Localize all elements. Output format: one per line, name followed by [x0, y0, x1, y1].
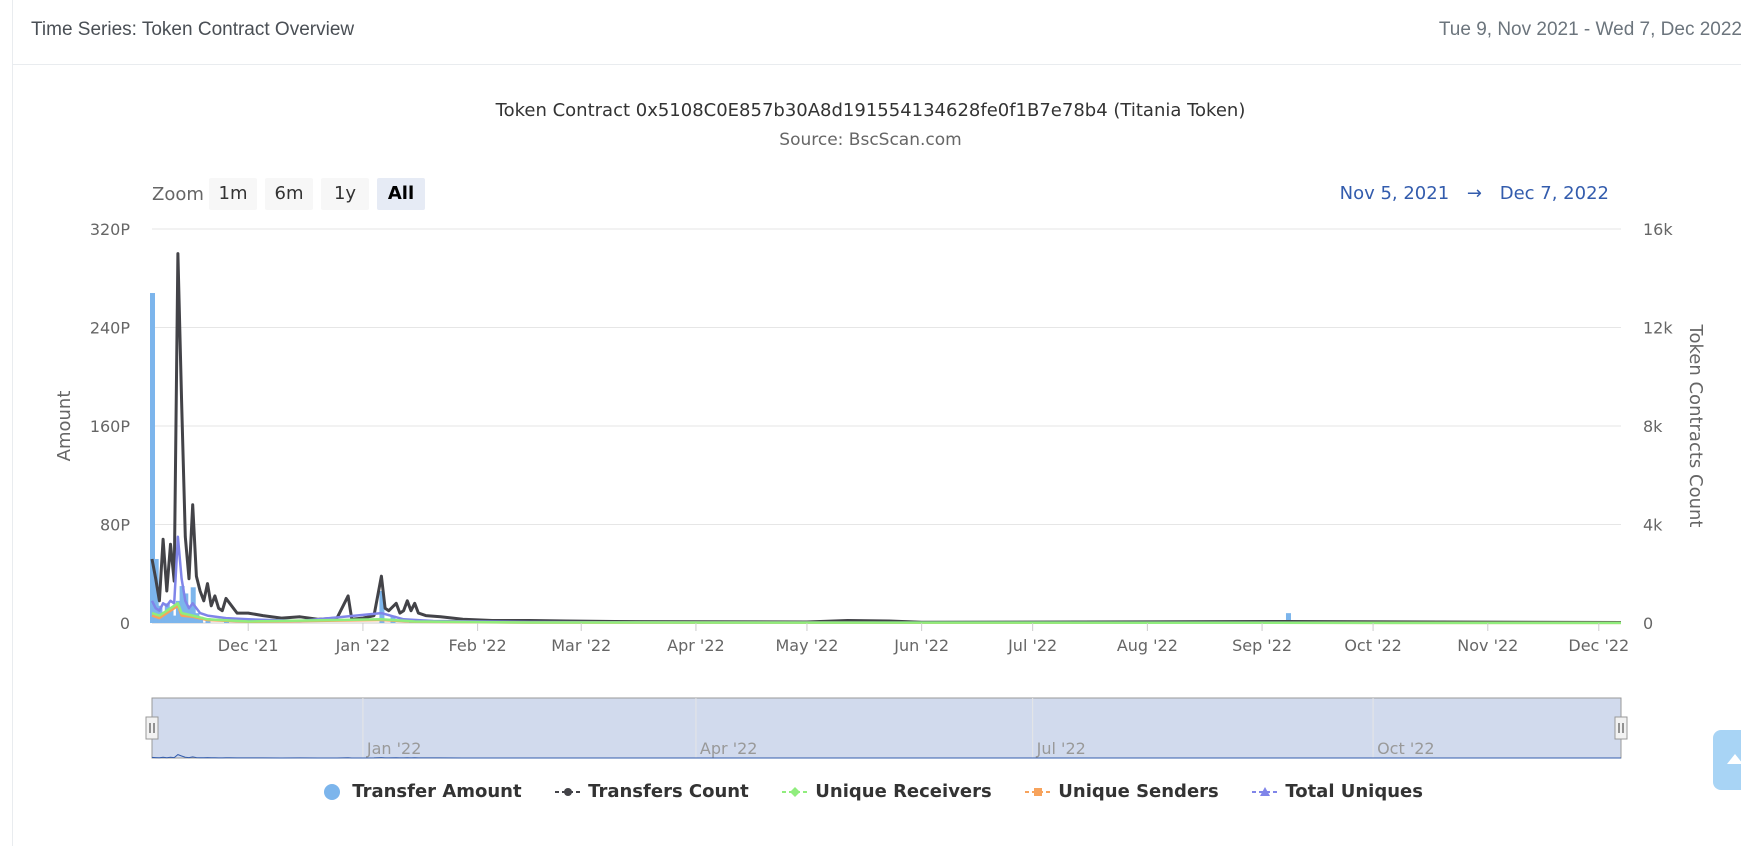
transfer-amount-bars — [150, 293, 1291, 623]
legend-item-transfers-count[interactable]: Transfers Count — [554, 781, 749, 802]
x-tick-label: Mar '22 — [551, 636, 611, 655]
legend-label: Transfer Amount — [352, 781, 522, 802]
navigator-left-handle[interactable] — [145, 716, 159, 740]
y-right-tick-label: 12k — [1643, 319, 1673, 338]
series-line-total-uniques — [150, 535, 1622, 625]
x-tick-label: Dec '21 — [218, 636, 279, 655]
legend-line-circle-icon — [554, 788, 581, 796]
x-tick-label: Jul '22 — [1007, 636, 1057, 655]
legend: Transfer Amount Transfers Count Unique R… — [0, 781, 1741, 802]
navigator-tick-label: Jan '22 — [366, 739, 422, 758]
navigator-right-handle[interactable] — [1614, 716, 1628, 740]
legend-item-transfer-amount[interactable]: Transfer Amount — [318, 781, 522, 802]
legend-label: Unique Receivers — [815, 781, 992, 802]
y-right-tick-label: 16k — [1643, 220, 1673, 239]
y-left-axis-title: Amount — [54, 391, 75, 462]
legend-item-unique-receivers[interactable]: Unique Receivers — [781, 781, 992, 802]
navigator-tick-label: Oct '22 — [1377, 739, 1435, 758]
x-tick-label: Nov '22 — [1457, 636, 1518, 655]
grid-lines — [152, 228, 1621, 624]
x-tick-label: Dec '22 — [1568, 636, 1629, 655]
legend-circle-icon — [324, 784, 340, 800]
legend-label: Total Uniques — [1285, 781, 1423, 802]
series-line-transfers-count — [150, 252, 1622, 624]
arrow-up-icon[interactable] — [1713, 730, 1741, 790]
y-right-axis-title: Token Contracts Count — [1685, 324, 1706, 528]
y-left-tick-label: 80P — [100, 516, 130, 535]
legend-line-square-icon — [1025, 788, 1052, 796]
y-left-tick-label: 160P — [90, 417, 131, 436]
x-tick-label: Jan '22 — [335, 636, 391, 655]
y-left-tick-label: 320P — [90, 220, 131, 239]
y-right-tick-label: 8k — [1643, 417, 1663, 436]
x-tick-label: Feb '22 — [449, 636, 507, 655]
x-tick-label: Apr '22 — [667, 636, 725, 655]
legend-line-diamond-icon — [782, 787, 809, 797]
navigator-tick-label: Apr '22 — [700, 739, 758, 758]
chart-canvas: 0 80P 160P 240P 320P 0 4k 8k 12k 16k Amount Token C… — [54, 220, 1706, 759]
x-tick-label: Aug '22 — [1117, 636, 1178, 655]
x-tick-label: Oct '22 — [1344, 636, 1402, 655]
x-tick-label: Sep '22 — [1232, 636, 1292, 655]
legend-label: Transfers Count — [588, 781, 749, 802]
series-lines — [150, 252, 1622, 625]
legend-item-total-uniques[interactable]: Total Uniques — [1251, 781, 1423, 802]
legend-line-triangle-icon — [1252, 787, 1279, 796]
y-right-tick-label: 4k — [1643, 516, 1663, 535]
axes: 0 80P 160P 240P 320P 0 4k 8k 12k 16k Amount Token C… — [54, 220, 1706, 655]
y-right-tick-label: 0 — [1643, 614, 1653, 633]
legend-label: Unique Senders — [1058, 781, 1219, 802]
x-tick-label: May '22 — [775, 636, 838, 655]
navigator[interactable]: Jan '22 Apr '22 Jul '22 Oct '22 — [145, 697, 1628, 759]
y-left-tick-label: 240P — [90, 319, 131, 338]
y-left-tick-label: 0 — [120, 614, 130, 633]
legend-item-unique-senders[interactable]: Unique Senders — [1024, 781, 1219, 802]
navigator-tick-label: Jul '22 — [1036, 739, 1086, 758]
x-tick-label: Jun '22 — [893, 636, 949, 655]
